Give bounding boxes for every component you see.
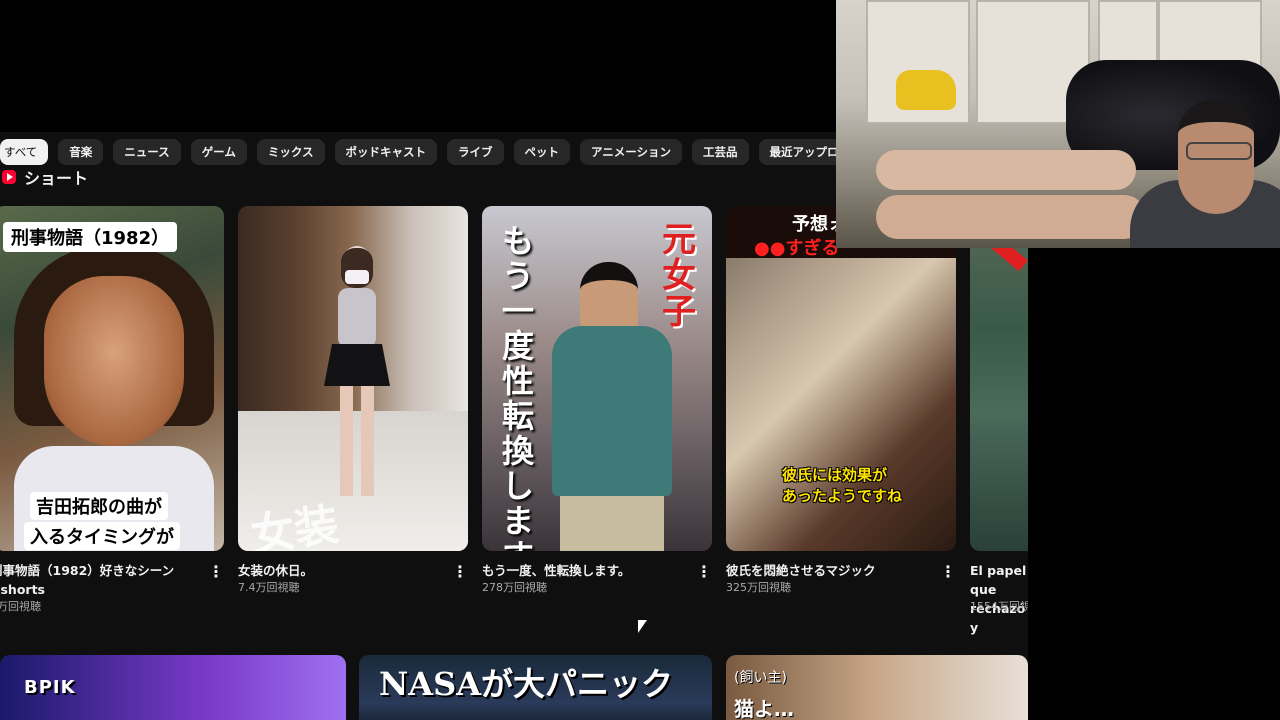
- shorts-header: ショート: [2, 166, 88, 188]
- shorts-title: ショート: [24, 169, 89, 188]
- more-options-icon[interactable]: ⋮: [940, 563, 956, 581]
- glasses-icon: [1186, 142, 1252, 160]
- short-thumbnail[interactable]: 予想ォ ●●すぎる 彼氏には効果が あったようですね: [726, 206, 956, 551]
- short-title[interactable]: もう一度、性転換します。: [482, 561, 678, 580]
- thumbnail-overlay-text: 吉田拓郎の曲が: [30, 492, 168, 520]
- video-thumbnail[interactable]: BPIK: [0, 655, 346, 720]
- short-thumbnail[interactable]: [970, 206, 1028, 551]
- more-options-icon[interactable]: ⋮: [208, 563, 224, 581]
- thumbnail-overlay-text: 元女子: [662, 220, 696, 332]
- thumbnail-overlay-text: もう一度性転換します: [502, 222, 535, 552]
- short-title[interactable]: 刑事物語（1982）好きなシーン #shorts: [0, 561, 186, 599]
- thumbnail-overlay-text: 入るタイミングが: [24, 522, 180, 550]
- webcam-overlay: [836, 0, 1280, 248]
- short-views: 7.4万回視聴: [238, 581, 300, 594]
- short-thumbnail[interactable]: 元女子 もう一度性転換します: [482, 206, 712, 551]
- short-views: 1万回視聴: [0, 600, 41, 613]
- short-card[interactable]: 元女子 もう一度性転換します もう一度、性転換します。 278万回視聴 ⋮: [482, 206, 712, 594]
- streamer: [1130, 100, 1280, 248]
- chip-live[interactable]: ライブ: [447, 139, 504, 165]
- short-views: 325万回視聴: [726, 581, 791, 594]
- chip-music[interactable]: 音楽: [58, 139, 104, 165]
- chip-bar: すべて 音楽 ニュース ゲーム ミックス ポッドキャスト ライブ ペット アニメ…: [0, 139, 931, 165]
- short-title[interactable]: 彼氏を悶絶させるマジック: [726, 561, 922, 580]
- short-card[interactable]: 刑事物語（1982） 吉田拓郎の曲が 入るタイミングが 刑事物語（1982）好き…: [0, 206, 224, 613]
- short-thumbnail[interactable]: 女装: [238, 206, 468, 551]
- chip-crafts[interactable]: 工芸品: [692, 139, 749, 165]
- thumbnail-overlay-text: あったようですね: [782, 487, 903, 505]
- shorts-logo-icon: [2, 170, 16, 184]
- chip-all[interactable]: すべて: [0, 139, 49, 165]
- mouse-cursor-icon: [638, 620, 647, 633]
- chip-news[interactable]: ニュース: [113, 139, 181, 165]
- more-options-icon[interactable]: ⋮: [696, 563, 712, 581]
- short-title[interactable]: 女装の休日。: [238, 561, 434, 580]
- chip-games[interactable]: ゲーム: [190, 139, 247, 165]
- video-thumbnail[interactable]: NASAが大パニック: [359, 655, 712, 720]
- short-card[interactable]: 予想ォ ●●すぎる 彼氏には効果が あったようですね 彼氏を悶絶させるマジック …: [726, 206, 956, 594]
- chip-mixes[interactable]: ミックス: [256, 139, 325, 165]
- thumbnail-overlay-text: 刑事物語（1982）: [3, 222, 178, 252]
- video-thumbnail[interactable]: (飼い主) 猫よ…: [726, 655, 1028, 720]
- short-thumbnail[interactable]: 刑事物語（1982） 吉田拓郎の曲が 入るタイミングが: [0, 206, 224, 551]
- thumbnail-overlay-text: 猫よ…: [734, 697, 794, 720]
- thumbnail-overlay-text: NASAが大パニック: [379, 665, 674, 703]
- person-figure: [324, 246, 390, 496]
- short-views: 278万回視聴: [482, 581, 547, 594]
- thumbnail-overlay-text: (飼い主): [734, 670, 787, 686]
- screen-blackout: [1028, 248, 1280, 720]
- chip-pets[interactable]: ペット: [513, 139, 570, 165]
- chip-animation[interactable]: アニメーション: [580, 139, 683, 165]
- thumbnail-overlay-text: 女装: [247, 499, 342, 551]
- short-card[interactable]: 女装 女装の休日。 7.4万回視聴 ⋮: [238, 206, 468, 594]
- short-card[interactable]: El papel que rechazó y 1554万回視: [970, 206, 1028, 635]
- thumbnail-overlay-text: ●●すぎる: [754, 238, 840, 259]
- more-options-icon[interactable]: ⋮: [452, 563, 468, 581]
- chip-podcasts[interactable]: ポッドキャスト: [334, 139, 437, 165]
- short-views: 1554万回視: [970, 600, 1028, 613]
- thumbnail-overlay-text: 彼氏には効果が: [782, 466, 888, 484]
- thumbnail-overlay-text: BPIK: [24, 677, 76, 698]
